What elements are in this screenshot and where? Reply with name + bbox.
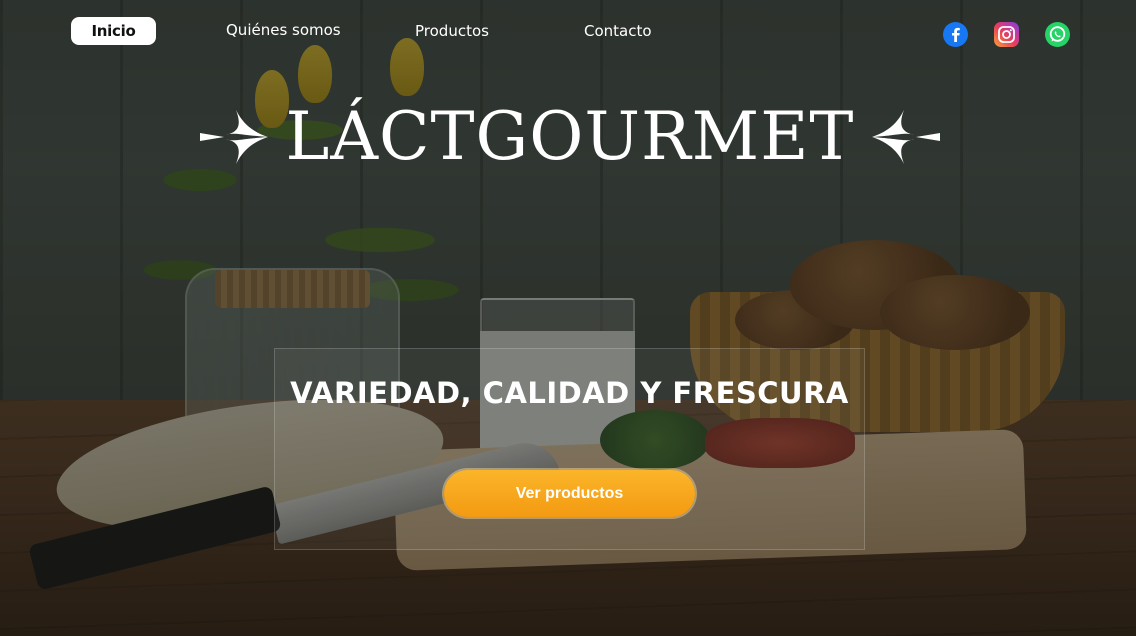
right-flourish-icon [872,110,941,164]
brand-title: LÁCTGOURMET [285,98,855,175]
whatsapp-icon[interactable] [1045,22,1070,47]
nav-link-inicio[interactable]: Inicio [71,17,156,45]
left-flourish-icon [199,110,268,164]
hero-tagline: VARIEDAD, CALIDAD Y FRESCURA [290,376,849,410]
facebook-icon[interactable] [943,22,968,47]
ver-productos-button[interactable]: Ver productos [444,470,695,517]
brand-header: LÁCTGOURMET [190,88,950,186]
nav-link-contacto[interactable]: Contacto [584,17,652,45]
nav-link-productos[interactable]: Productos [415,17,489,45]
main-nav: Inicio Quiénes somos Productos Contacto [0,0,1136,64]
nav-link-quienes-somos[interactable]: Quiénes somos [226,16,341,44]
instagram-icon[interactable] [994,22,1019,47]
